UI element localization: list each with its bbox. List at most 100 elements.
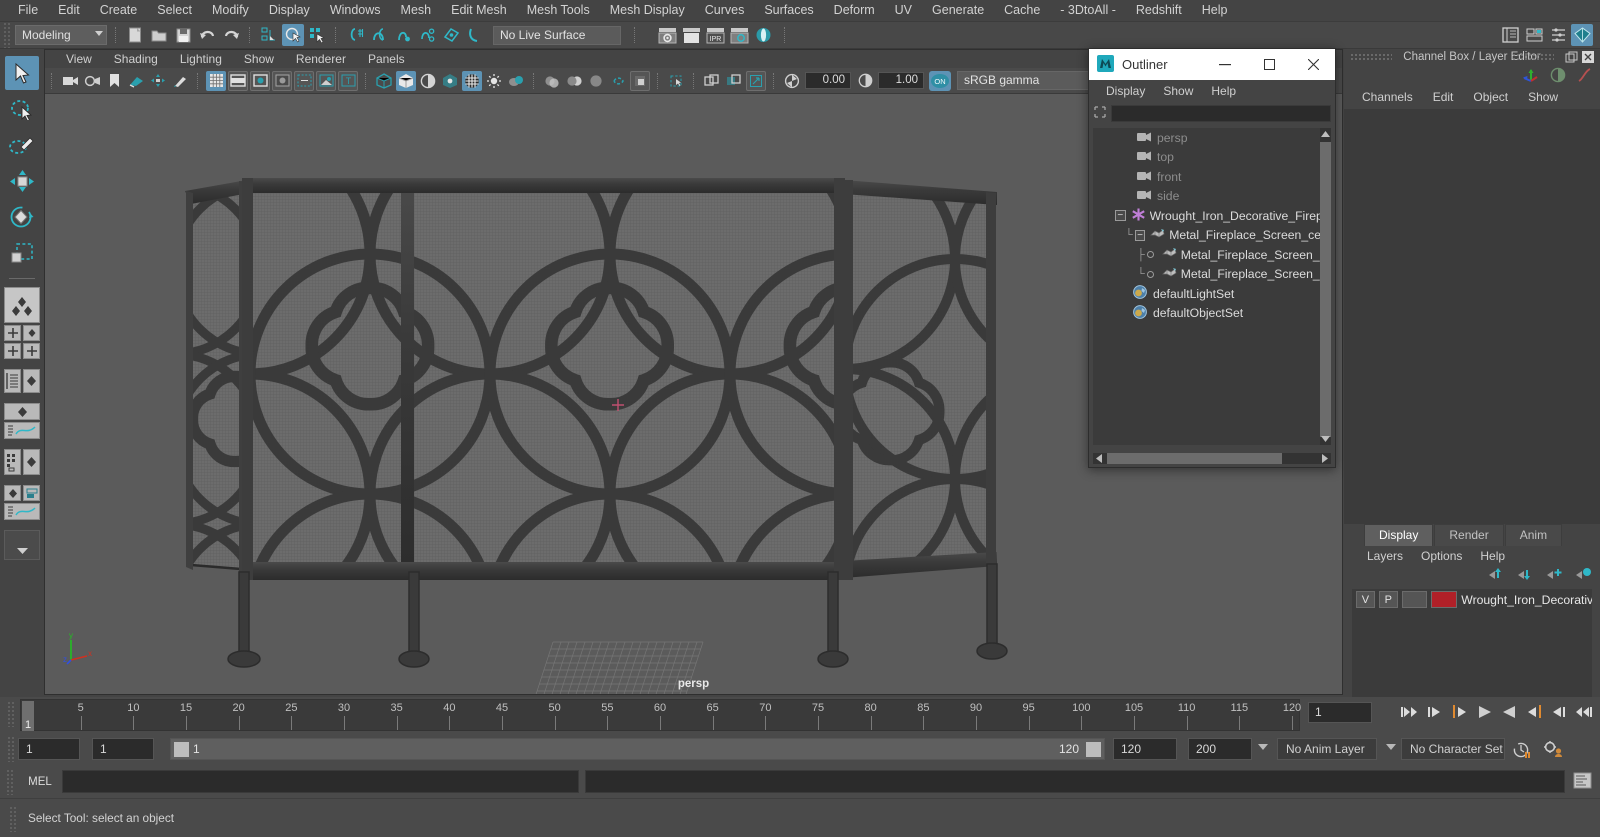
viewport-menu-view[interactable]: View [55, 50, 103, 68]
menu-edit-mesh[interactable]: Edit Mesh [441, 0, 517, 21]
rotate-tool-button[interactable] [5, 200, 39, 234]
panel-grip-left[interactable] [1350, 53, 1392, 61]
range-start-handle[interactable] [174, 742, 189, 757]
outliner-search-input[interactable] [1111, 104, 1331, 122]
move-layer-up-icon[interactable] [1488, 567, 1505, 584]
outliner-item-screen-left[interactable]: └ Metal_Fireplace_Screen_lef [1093, 265, 1331, 285]
play-forwards-icon[interactable] [1499, 701, 1519, 723]
isolate-select-icon[interactable] [630, 70, 650, 91]
outliner-item-screen-central[interactable]: └ − Metal_Fireplace_Screen_centra [1093, 226, 1331, 246]
maximize-button[interactable] [1247, 49, 1291, 80]
range-start-time-field[interactable]: 1 [92, 738, 154, 760]
lasso-select-tool-button[interactable] [5, 92, 39, 126]
anim-end-time-field[interactable]: 200 [1188, 738, 1252, 760]
menu-edit[interactable]: Edit [48, 0, 90, 21]
four-view-button[interactable] [4, 325, 21, 341]
shaded-wireframe-icon[interactable] [418, 71, 438, 91]
gate-mask-icon[interactable] [272, 70, 292, 91]
layer-playback-toggle[interactable]: P [1378, 591, 1398, 608]
viewport-menu-lighting[interactable]: Lighting [169, 50, 233, 68]
render-settings-icon[interactable] [728, 24, 750, 46]
render-region-icon[interactable] [680, 24, 702, 46]
safe-action-icon[interactable] [316, 70, 336, 91]
command-line-grip[interactable] [6, 768, 15, 795]
scroll-thumb[interactable] [1320, 142, 1331, 437]
persp-outliner-button[interactable] [23, 485, 40, 501]
menu-mesh[interactable]: Mesh [391, 0, 442, 21]
command-result-output[interactable] [585, 770, 1565, 793]
display-toggle-icon[interactable] [1550, 67, 1566, 86]
collapse-expander-icon[interactable]: − [1115, 210, 1126, 222]
tab-display[interactable]: Display [1364, 524, 1434, 546]
select-by-object-icon[interactable] [282, 24, 304, 46]
anim-curve-icon[interactable] [1576, 67, 1592, 86]
tab-render[interactable]: Render [1434, 524, 1504, 546]
menu-mesh-display[interactable]: Mesh Display [600, 0, 695, 21]
paint-select-tool-button[interactable] [5, 128, 39, 162]
two-pane-side-button[interactable] [4, 343, 21, 359]
textured-icon[interactable] [462, 70, 482, 91]
open-scene-icon[interactable] [148, 24, 170, 46]
safe-title-icon[interactable]: T [338, 70, 358, 91]
hypershade-icon[interactable] [752, 24, 774, 46]
snap-to-curve-icon[interactable] [368, 24, 390, 46]
auto-keyframe-icon[interactable] [1512, 742, 1532, 762]
scroll-up-arrow-icon[interactable] [1320, 128, 1331, 140]
close-button[interactable] [1291, 49, 1335, 80]
use-default-material-icon[interactable] [440, 71, 460, 91]
render-current-frame-icon[interactable] [656, 24, 678, 46]
tool-settings-icon[interactable] [1547, 24, 1569, 46]
2d-pan-zoom-icon[interactable] [148, 71, 168, 91]
persp-single-button[interactable] [4, 485, 21, 501]
film-gate-icon[interactable] [228, 70, 248, 91]
select-by-component-icon[interactable] [306, 24, 328, 46]
play-backwards-icon[interactable] [1474, 701, 1494, 723]
manipulator-axis-icon[interactable] [1522, 67, 1540, 86]
outliner-item-default-object-set[interactable]: defaultObjectSet [1093, 304, 1331, 324]
layer-menu-layers[interactable]: Layers [1358, 549, 1412, 563]
xray-active-components-icon[interactable] [724, 71, 744, 91]
move-tool-button[interactable] [5, 164, 39, 198]
chevron-down-icon[interactable] [1386, 744, 1396, 750]
outliner-vertical-scrollbar[interactable] [1320, 128, 1331, 445]
channel-box-menu-show[interactable]: Show [1518, 90, 1568, 104]
quick-layout-expand-button[interactable] [4, 530, 40, 560]
outliner-persp-button[interactable] [23, 325, 40, 341]
snap-to-projected-center-icon[interactable] [416, 24, 438, 46]
time-slider-grip[interactable] [7, 701, 16, 727]
field-chart-icon[interactable] [294, 70, 314, 91]
script-editor-icon[interactable] [1573, 772, 1592, 792]
snap-to-grid-icon[interactable] [344, 24, 366, 46]
redo-icon[interactable] [220, 24, 242, 46]
undo-icon[interactable] [196, 24, 218, 46]
animation-preferences-icon[interactable] [1542, 741, 1564, 762]
xray-joints-icon[interactable] [702, 71, 722, 91]
select-camera-icon[interactable] [60, 71, 80, 91]
persp-wide-layout-button[interactable] [4, 403, 40, 420]
grid-icon[interactable] [206, 70, 226, 91]
character-set-selector[interactable]: No Character Set [1401, 738, 1505, 760]
use-all-lights-icon[interactable] [484, 71, 504, 91]
outliner-panel-button[interactable] [4, 369, 21, 393]
help-line-grip[interactable] [9, 806, 18, 832]
outliner-item-persp[interactable]: persp [1093, 128, 1331, 148]
motion-blur-icon[interactable] [564, 71, 584, 91]
make-live-icon[interactable] [464, 24, 486, 46]
range-end-time-field[interactable]: 120 [1113, 738, 1177, 760]
menu-mesh-tools[interactable]: Mesh Tools [517, 0, 600, 21]
anim-start-time-field[interactable]: 1 [18, 738, 80, 760]
channel-box-menu-channels[interactable]: Channels [1352, 90, 1423, 104]
menu-uv[interactable]: UV [885, 0, 922, 21]
channel-box-menu-object[interactable]: Object [1463, 90, 1518, 104]
graph-editor-button-2[interactable] [4, 503, 40, 520]
menu-modify[interactable]: Modify [202, 0, 259, 21]
persp-hypergraph-button[interactable] [23, 449, 40, 475]
outliner-menu-show[interactable]: Show [1154, 84, 1202, 98]
command-language-label[interactable]: MEL [18, 776, 62, 788]
multisample-icon[interactable] [586, 71, 606, 91]
menu-deform[interactable]: Deform [824, 0, 885, 21]
menu-windows[interactable]: Windows [320, 0, 391, 21]
go-to-start-icon[interactable] [1399, 701, 1419, 723]
menu-help[interactable]: Help [1192, 0, 1238, 21]
collapse-expander-icon[interactable]: − [1134, 229, 1146, 241]
